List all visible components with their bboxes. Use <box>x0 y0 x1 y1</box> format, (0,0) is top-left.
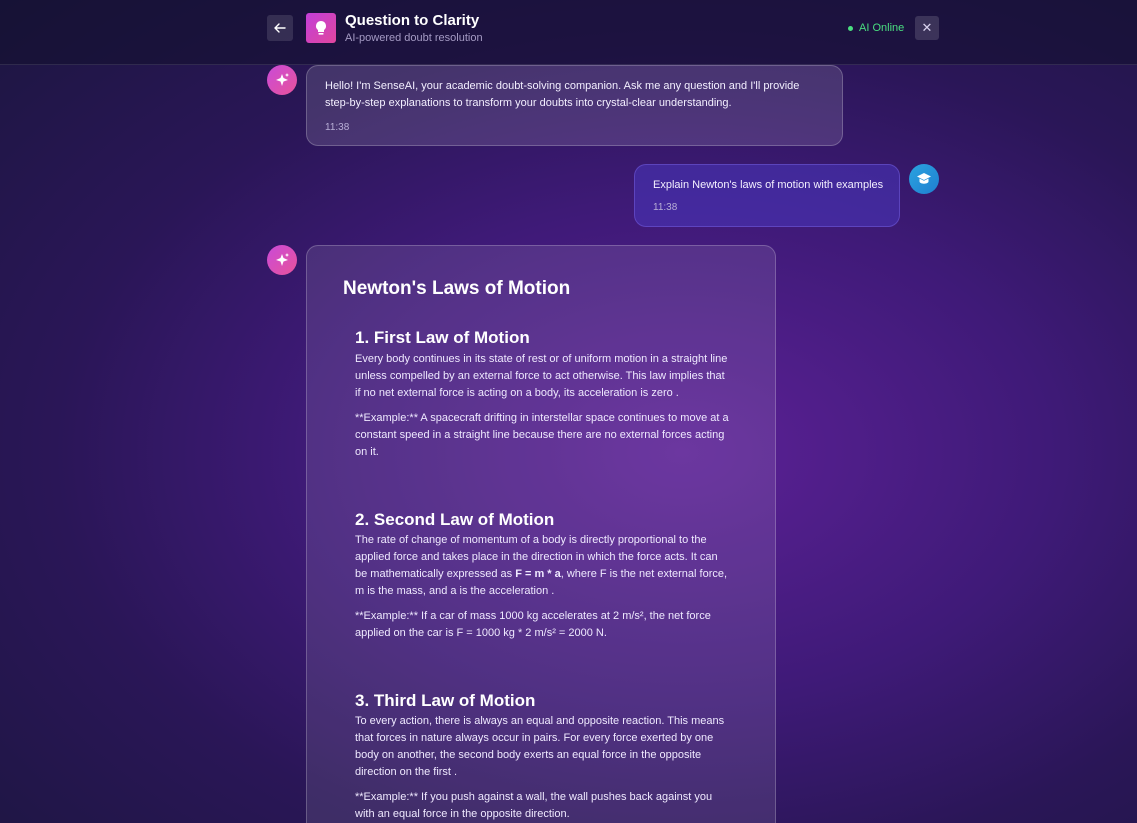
ai-avatar <box>267 245 297 275</box>
law-3-heading: 3. Third Law of Motion <box>355 691 536 710</box>
graduation-cap-icon <box>917 173 931 184</box>
law-2-example: **Example:** If a car of mass 1000 kg ac… <box>355 610 711 639</box>
status-dot <box>848 25 853 31</box>
app-logo <box>306 13 336 43</box>
welcome-message-time: 11:38 <box>325 122 350 133</box>
sparkles-icon <box>276 253 289 266</box>
top-bar: Question to Clarity AI-powered doubt res… <box>0 0 1137 65</box>
law-2-heading: 2. Second Law of Motion <box>355 510 555 529</box>
welcome-message: Hello! I'm SenseAI, your academic doubt-… <box>306 65 843 146</box>
response-title: Newton's Laws of Motion <box>343 278 571 299</box>
ai-avatar <box>267 65 297 95</box>
law-1-heading: 1. First Law of Motion <box>355 328 530 347</box>
back-button[interactable] <box>267 15 293 41</box>
user-message-text: Explain Newton's laws of motion with exa… <box>653 179 884 191</box>
user-message-time: 11:38 <box>653 202 678 213</box>
law-3-body: To every action, there is always an equa… <box>355 715 725 778</box>
app-title: Question to Clarity <box>345 12 480 29</box>
sparkles-icon <box>276 73 289 86</box>
lightbulb-icon <box>316 21 326 35</box>
law-1-body: Every body continues in its state of res… <box>355 353 728 399</box>
welcome-message-text: Hello! I'm SenseAI, your academic doubt-… <box>325 80 800 109</box>
app-subtitle: AI-powered doubt resolution <box>345 32 483 44</box>
law-3-example: **Example:** If you push against a wall,… <box>355 791 713 820</box>
law-2-body: The rate of change of momentum of a body… <box>355 532 730 600</box>
ai-response-message: Newton's Laws of Motion 1. First Law of … <box>306 245 776 823</box>
close-button[interactable]: ✕ <box>915 16 939 40</box>
status-label: AI Online <box>859 22 905 34</box>
law-1-example: **Example:** A spacecraft drifting in in… <box>355 412 729 458</box>
arrow-left-icon <box>274 23 286 33</box>
close-icon: ✕ <box>921 20 933 35</box>
law-2-formula: F = m * a <box>515 568 561 580</box>
user-message: Explain Newton's laws of motion with exa… <box>634 164 900 227</box>
status-indicator: AI Online <box>848 22 904 34</box>
user-avatar <box>909 164 939 194</box>
